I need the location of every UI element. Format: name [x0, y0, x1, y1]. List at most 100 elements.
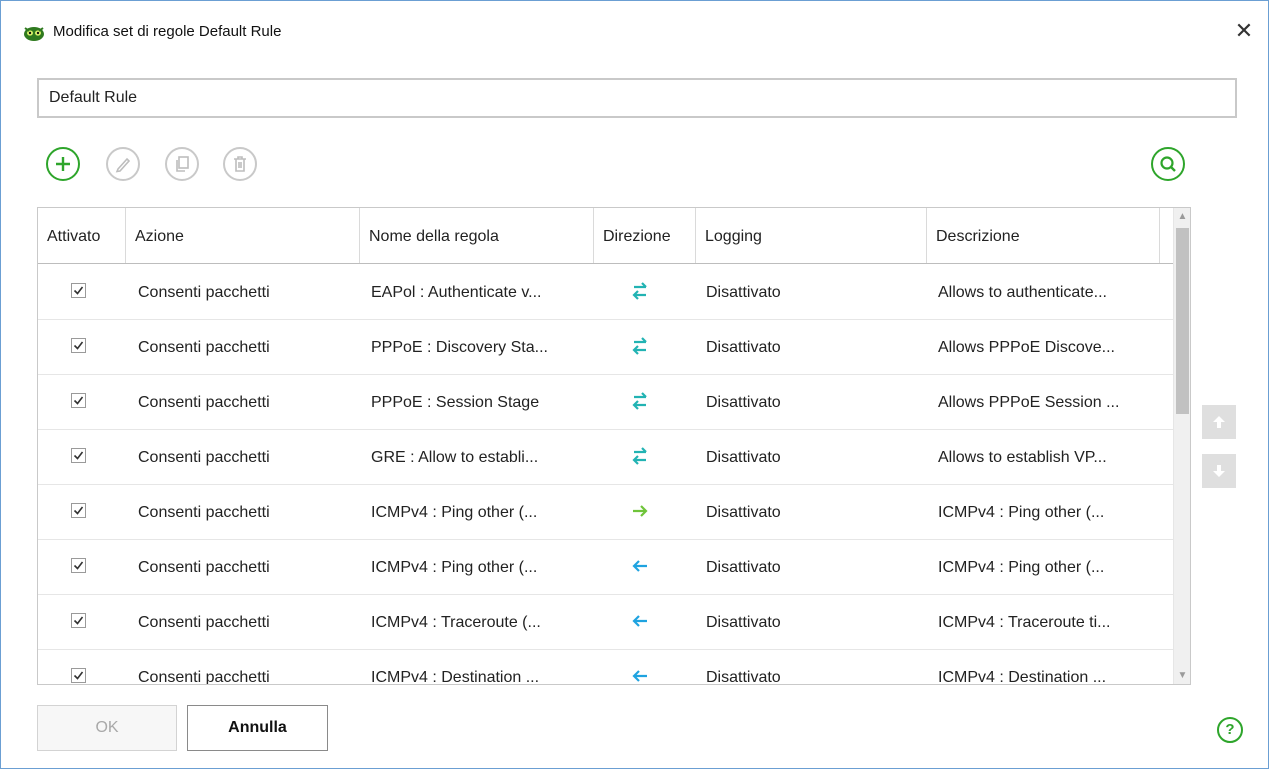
description-cell: ICMPv4 : Ping other (...	[938, 504, 1105, 521]
arrow-up-icon	[1213, 416, 1225, 428]
edit-icon	[115, 157, 131, 173]
search-button[interactable]	[1151, 147, 1185, 181]
enabled-checkbox[interactable]	[71, 283, 86, 298]
rule-name-cell: PPPoE : Discovery Sta...	[371, 339, 548, 356]
action-cell: Consenti pacchetti	[138, 284, 270, 301]
description-cell: Allows to establish VP...	[938, 449, 1107, 466]
enabled-checkbox[interactable]	[71, 448, 86, 463]
description-cell: Allows PPPoE Session ...	[938, 394, 1120, 411]
rule-name-cell: ICMPv4 : Ping other (...	[371, 559, 538, 576]
logging-cell: Disattivato	[706, 449, 781, 466]
description-cell: Allows to authenticate...	[938, 284, 1107, 301]
table-row[interactable]: Consenti pacchetti ICMPv4 : Destination .…	[38, 649, 1174, 685]
action-cell: Consenti pacchetti	[138, 504, 270, 521]
action-cell: Consenti pacchetti	[138, 669, 270, 685]
copy-rule-button[interactable]	[165, 147, 199, 181]
description-cell: ICMPv4 : Ping other (...	[938, 559, 1105, 576]
add-icon	[56, 157, 70, 171]
close-icon: ✕	[1234, 18, 1254, 43]
direction-outgoing-icon	[628, 501, 652, 521]
direction-bidirectional-icon	[628, 391, 652, 411]
arrow-down-icon	[1213, 465, 1225, 477]
enabled-checkbox[interactable]	[71, 503, 86, 518]
checkmark-icon	[73, 671, 84, 680]
dialog-window: Modifica set di regole Default Rule ✕ At…	[0, 0, 1269, 769]
logging-cell: Disattivato	[706, 559, 781, 576]
checkmark-icon	[73, 396, 84, 405]
direction-bidirectional-icon	[628, 336, 652, 356]
close-button[interactable]: ✕	[1230, 17, 1258, 45]
checkmark-icon	[73, 506, 84, 515]
description-cell: Allows PPPoE Discove...	[938, 339, 1115, 356]
vertical-scrollbar[interactable]: ▲ ▼	[1173, 208, 1190, 684]
table-row[interactable]: Consenti pacchetti EAPol : Authenticate v…	[38, 264, 1174, 320]
logging-cell: Disattivato	[706, 614, 781, 631]
app-logo-icon	[24, 27, 44, 41]
logging-cell: Disattivato	[706, 669, 781, 685]
logging-cell: Disattivato	[706, 504, 781, 521]
column-header-direction[interactable]: Direzione	[594, 208, 696, 263]
scrollbar-thumb[interactable]	[1176, 228, 1189, 414]
action-cell: Consenti pacchetti	[138, 449, 270, 466]
checkmark-icon	[73, 286, 84, 295]
table-row[interactable]: Consenti pacchetti ICMPv4 : Traceroute (.…	[38, 594, 1174, 650]
direction-incoming-icon	[628, 666, 652, 684]
add-rule-button[interactable]	[46, 147, 80, 181]
table-row[interactable]: Consenti pacchetti ICMPv4 : Ping other (.…	[38, 539, 1174, 595]
edit-rule-button[interactable]	[106, 147, 140, 181]
delete-rule-button[interactable]	[223, 147, 257, 181]
table-row[interactable]: Consenti pacchetti GRE : Allow to establi…	[38, 429, 1174, 485]
rule-name-cell: ICMPv4 : Destination ...	[371, 669, 540, 685]
copy-icon	[176, 156, 189, 172]
help-icon[interactable]: ?	[1217, 717, 1243, 743]
checkmark-icon	[73, 616, 84, 625]
direction-bidirectional-icon	[628, 446, 652, 466]
table-row[interactable]: Consenti pacchetti ICMPv4 : Ping other (.…	[38, 484, 1174, 540]
rule-name-cell: GRE : Allow to establi...	[371, 449, 539, 466]
enabled-checkbox[interactable]	[71, 668, 86, 683]
enabled-checkbox[interactable]	[71, 558, 86, 573]
action-cell: Consenti pacchetti	[138, 559, 270, 576]
table-header: Attivato Azione Nome della regola Direzi…	[38, 208, 1174, 264]
enabled-checkbox[interactable]	[71, 393, 86, 408]
checkmark-icon	[73, 561, 84, 570]
enabled-checkbox[interactable]	[71, 613, 86, 628]
title-bar: Modifica set di regole Default Rule ✕	[1, 1, 1268, 65]
action-cell: Consenti pacchetti	[138, 339, 270, 356]
table-row[interactable]: Consenti pacchetti PPPoE : Discovery Sta.…	[38, 319, 1174, 375]
column-header-logging[interactable]: Logging	[696, 208, 927, 263]
ok-button[interactable]: OK	[37, 705, 177, 751]
column-header-rule-name[interactable]: Nome della regola	[360, 208, 594, 263]
table-row[interactable]: Consenti pacchetti PPPoE : Session Stage D…	[38, 374, 1174, 430]
scroll-down-icon[interactable]: ▼	[1174, 667, 1190, 684]
rule-name-cell: PPPoE : Session Stage	[371, 394, 540, 411]
delete-icon	[234, 156, 246, 172]
rule-name-cell: EAPol : Authenticate v...	[371, 284, 542, 301]
rule-set-name-input[interactable]	[37, 78, 1237, 118]
column-header-enabled[interactable]: Attivato	[38, 208, 126, 263]
rule-name-cell: ICMPv4 : Ping other (...	[371, 504, 538, 521]
cancel-button[interactable]: Annulla	[187, 705, 328, 751]
direction-incoming-icon	[628, 611, 652, 631]
move-rule-up-button[interactable]	[1202, 405, 1236, 439]
description-cell: ICMPv4 : Destination ...	[938, 669, 1107, 685]
column-header-description[interactable]: Descrizione	[927, 208, 1160, 263]
scroll-up-icon[interactable]: ▲	[1174, 208, 1190, 225]
rule-name-cell: ICMPv4 : Traceroute (...	[371, 614, 541, 631]
logging-cell: Disattivato	[706, 284, 781, 301]
checkmark-icon	[73, 341, 84, 350]
action-cell: Consenti pacchetti	[138, 394, 270, 411]
logging-cell: Disattivato	[706, 339, 781, 356]
description-cell: ICMPv4 : Traceroute ti...	[938, 614, 1111, 631]
search-icon	[1160, 156, 1176, 172]
column-header-action[interactable]: Azione	[126, 208, 360, 263]
direction-incoming-icon	[628, 556, 652, 576]
dialog-title: Modifica set di regole Default Rule	[53, 23, 282, 40]
enabled-checkbox[interactable]	[71, 338, 86, 353]
logging-cell: Disattivato	[706, 394, 781, 411]
rules-table: Attivato Azione Nome della regola Direzi…	[37, 207, 1191, 685]
direction-bidirectional-icon	[628, 281, 652, 301]
move-rule-down-button[interactable]	[1202, 454, 1236, 488]
action-cell: Consenti pacchetti	[138, 614, 270, 631]
checkmark-icon	[73, 451, 84, 460]
